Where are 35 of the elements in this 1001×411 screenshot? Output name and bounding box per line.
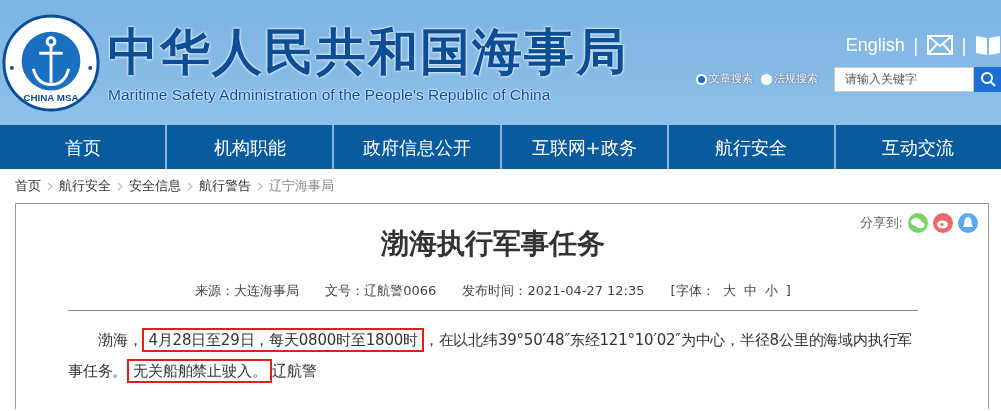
font-size-label: [字体： <box>670 281 715 300</box>
search-button[interactable] <box>974 66 1001 92</box>
site-subtitle: Maritime Safety Administration of the People's Republic of China <box>108 84 552 105</box>
nav-link[interactable]: 互动交流 <box>835 125 1001 169</box>
meta-text: 发布时间：2021-04-27 12:35 <box>462 281 645 300</box>
breadcrumb-link[interactable]: 辽宁海事局 <box>269 176 334 196</box>
mail-icon[interactable] <box>926 35 953 55</box>
book-icon[interactable] <box>975 34 1001 56</box>
nav-link[interactable]: 机构职能 <box>167 125 335 169</box>
nav-link[interactable]: 互联网+政务 <box>501 125 669 169</box>
logo-icon: CHINA MSA <box>2 13 100 112</box>
font-size-option[interactable]: 小 <box>764 280 778 301</box>
breadcrumb-link[interactable]: 航行安全 <box>59 176 111 196</box>
breadcrumb-link[interactable]: 航行警告 <box>199 176 251 196</box>
divider-text: | <box>912 33 919 58</box>
breadcrumb-link[interactable]: 首页 <box>15 176 41 196</box>
share-label: 分享到: <box>859 214 903 233</box>
nav-link[interactable]: 航行安全 <box>668 125 836 169</box>
nav-link[interactable]: 政府信息公开 <box>334 125 502 169</box>
divider-text: | <box>960 33 967 58</box>
search-field[interactable]: 请输入关键字 <box>834 66 974 92</box>
wechat-share-icon[interactable] <box>908 213 928 233</box>
qq-share-icon[interactable] <box>958 213 978 233</box>
meta-text: 来源：大连海事局 <box>195 281 300 300</box>
article-title: 渤海执行军事任务 <box>380 227 606 261</box>
search-icon <box>979 71 996 87</box>
weibo-share-icon[interactable] <box>933 213 953 233</box>
breadcrumb-link[interactable]: 安全信息 <box>129 176 181 196</box>
site-title: 中华人民共和国海事局 <box>108 26 628 77</box>
meta-text: 文号：辽航警0066 <box>325 281 437 300</box>
bracket-text: ] <box>785 281 791 300</box>
nav-link[interactable]: 首页 <box>0 125 168 169</box>
article-paragraph: 渤海， 4月28日至29日，每天0800时至1800时 ，在以北纬39°50′48″东经121°10′02″为中心，半径8公里的海域内执行军事任务。 无关船舶禁止驶入。 辽航警 <box>68 325 918 388</box>
font-size-option[interactable]: 中 <box>743 280 757 301</box>
font-size-option[interactable]: 大 <box>722 280 736 301</box>
